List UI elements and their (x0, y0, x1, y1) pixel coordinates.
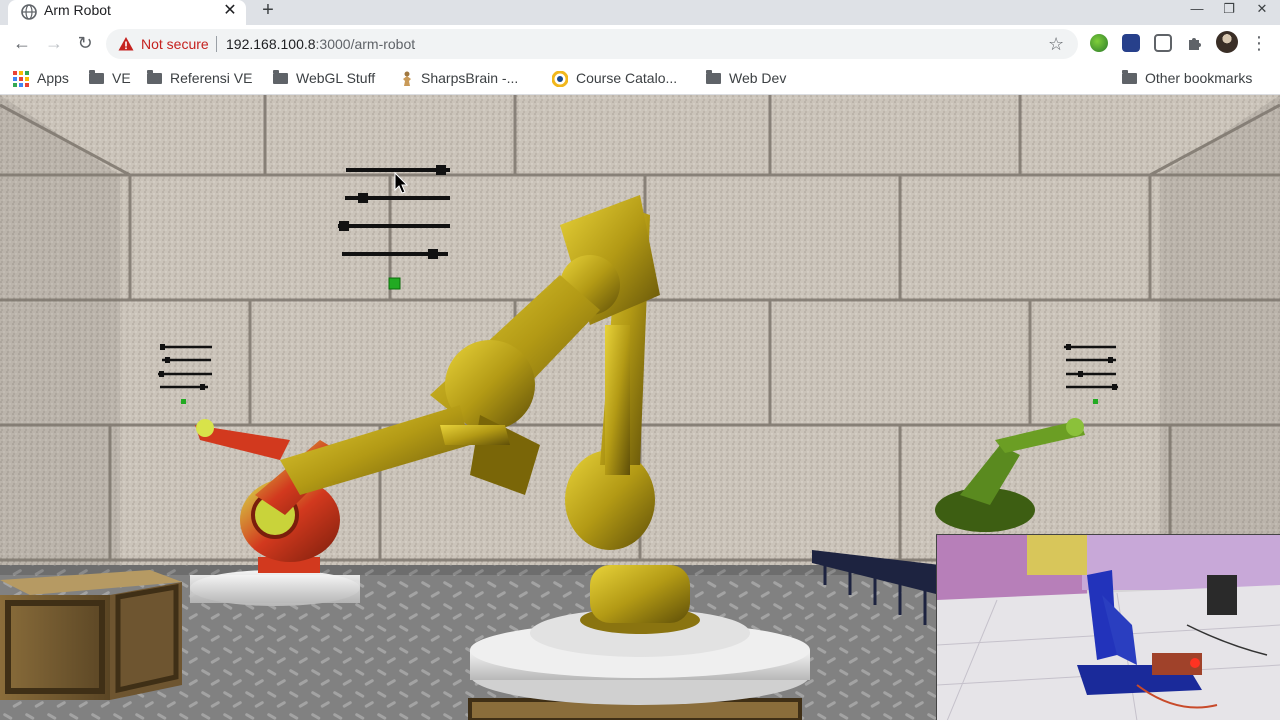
status-indicator[interactable] (1093, 399, 1098, 404)
webgl-canvas[interactable] (0, 95, 1280, 720)
bookmark-apps[interactable]: Apps (13, 68, 69, 88)
tab-arm-robot[interactable]: Arm Robot ✕ (8, 0, 246, 25)
security-label[interactable]: Not secure (141, 36, 209, 52)
toolbar: ← → ↻ Not secure 192.168.100.8:3000/arm-… (0, 25, 1280, 63)
slider-handle[interactable] (1108, 357, 1113, 363)
bookmark-sharpsbrain[interactable]: SharpsBrain -... (401, 68, 518, 88)
bookmark-web-dev[interactable]: Web Dev (706, 68, 786, 88)
slider-handle[interactable] (339, 221, 349, 231)
extension-shield-icon[interactable] (1122, 34, 1140, 52)
puzzle-icon[interactable] (1186, 34, 1204, 52)
bookmark-referensi-ve[interactable]: Referensi VE (147, 68, 252, 88)
menu-icon[interactable]: ⋮ (1250, 31, 1268, 55)
bookmark-label: Referensi VE (170, 70, 253, 86)
reload-icon[interactable]: ↻ (71, 29, 99, 57)
bookmark-webgl-stuff[interactable]: WebGL Stuff (273, 68, 375, 88)
minimize-button[interactable]: — (1180, 0, 1214, 20)
slider-handle[interactable] (200, 384, 205, 390)
star-icon[interactable]: ☆ (1048, 32, 1064, 56)
slider-handle[interactable] (428, 249, 438, 259)
slider-handle[interactable] (1112, 384, 1117, 390)
folder-icon (147, 69, 162, 84)
bookmark-label: Apps (37, 70, 69, 86)
folder-icon (273, 69, 288, 84)
slider-handle[interactable] (159, 371, 164, 377)
folder-icon (89, 69, 104, 84)
url-path: :3000/arm-robot (315, 36, 416, 52)
slider-handle[interactable] (160, 344, 165, 350)
extension-globe-icon[interactable] (1090, 34, 1108, 52)
slider-handle[interactable] (436, 165, 446, 175)
extension-screen-icon[interactable] (1154, 34, 1172, 52)
slider-handle[interactable] (1078, 371, 1083, 377)
avatar[interactable] (1216, 31, 1238, 53)
globe-icon (21, 4, 37, 20)
bookmark-course-catalog[interactable]: Course Catalo... (552, 68, 677, 88)
slider-handle[interactable] (165, 357, 170, 363)
bookmark-other[interactable]: Other bookmarks (1122, 68, 1252, 88)
back-icon[interactable]: ← (8, 29, 36, 57)
bookmark-label: Course Catalo... (576, 70, 678, 86)
folder-icon (1122, 69, 1137, 84)
omnibox-divider (216, 36, 217, 52)
camera-image (937, 535, 1280, 720)
url-text[interactable]: 192.168.100.8:3000/arm-robot (226, 36, 415, 52)
tab-strip: Arm Robot ✕ + — ❐ ✕ (0, 0, 1280, 25)
address-bar[interactable]: Not secure 192.168.100.8:3000/arm-robot … (106, 29, 1078, 59)
forward-icon[interactable]: → (40, 29, 68, 57)
bookmark-ve[interactable]: VE (89, 68, 131, 88)
figure-icon (403, 71, 411, 87)
crate-left (0, 570, 182, 700)
slider-handle[interactable] (1066, 344, 1071, 350)
restore-button[interactable]: ❐ (1212, 0, 1246, 20)
close-icon[interactable]: ✕ (220, 1, 240, 21)
warning-icon (118, 37, 134, 51)
url-host: 192.168.100.8 (226, 36, 316, 52)
window-close-button[interactable]: ✕ (1245, 0, 1279, 20)
status-indicator[interactable] (181, 399, 186, 404)
bookmarks-bar: Apps VE Referensi VE WebGL Stuff SharpsB… (0, 63, 1280, 95)
apps-icon (13, 71, 29, 88)
bookmark-label: Web Dev (729, 70, 787, 86)
bookmark-label: SharpsBrain -... (421, 70, 519, 86)
folder-icon (706, 69, 721, 84)
coursera-icon (552, 71, 568, 88)
bookmark-label: VE (112, 70, 131, 86)
bookmark-label: WebGL Stuff (296, 70, 376, 86)
plus-icon[interactable]: + (256, 0, 280, 22)
tab-title: Arm Robot (44, 2, 111, 18)
slider-handle[interactable] (358, 193, 368, 203)
status-indicator[interactable] (388, 277, 401, 290)
bookmark-label: Other bookmarks (1145, 70, 1253, 86)
camera-feed (936, 534, 1280, 720)
